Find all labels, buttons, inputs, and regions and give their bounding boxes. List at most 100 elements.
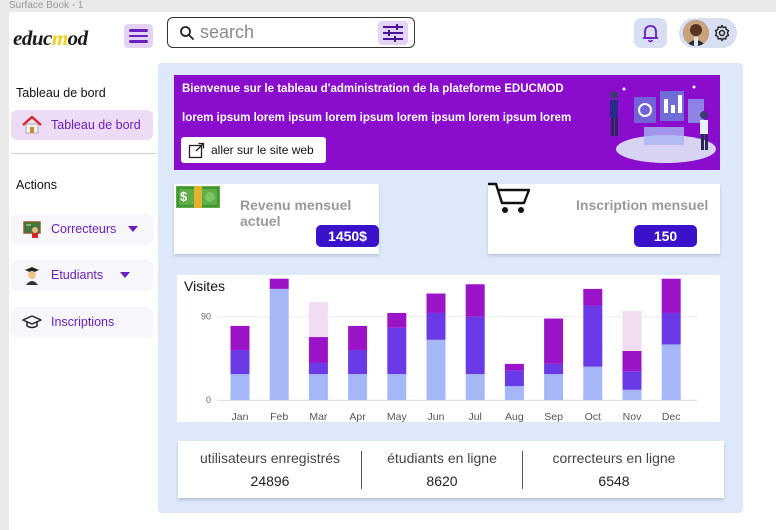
bar-segment: [661, 312, 681, 345]
stat-online-graders: correcteurs en ligne 6548: [522, 441, 706, 498]
chart-title: Visites: [184, 278, 225, 294]
dashboard-illustration: [610, 85, 716, 163]
bar-segment: [622, 371, 642, 390]
stat-registered-users: utilisateurs enregistrés 24896: [178, 441, 362, 498]
bar-segment: [465, 316, 485, 375]
x-tick-label: Jun: [428, 411, 445, 422]
bar-segment: [583, 366, 603, 400]
search-input[interactable]: [200, 21, 370, 44]
bar-segment: [308, 362, 328, 375]
bar-segment: [426, 293, 446, 313]
bar-segment: [308, 374, 328, 400]
x-tick-label: Dec: [662, 411, 681, 422]
hamburger-menu-button[interactable]: [124, 24, 153, 48]
stat-label: étudiants en ligne: [387, 450, 497, 466]
gear-icon[interactable]: [713, 24, 731, 42]
sidebar-item-label: Correcteurs: [51, 222, 117, 236]
menu-line: [129, 40, 148, 43]
x-tick-label: Oct: [585, 411, 601, 422]
bar-segment: [583, 288, 603, 306]
bar-segment: [544, 374, 564, 400]
chevron-down-icon[interactable]: [120, 272, 131, 278]
bar-segment: [622, 311, 642, 351]
welcome-banner: Bienvenue sur le tableau d'administratio…: [174, 75, 720, 170]
external-link-icon: [188, 142, 205, 158]
x-tick-label: Feb: [270, 411, 288, 422]
visit-website-label: aller sur le site web: [211, 143, 314, 157]
visit-website-button[interactable]: aller sur le site web: [181, 137, 326, 163]
bar-segment: [661, 278, 681, 313]
x-tick-label: Aug: [505, 411, 524, 422]
stat-value: 6548: [598, 473, 630, 489]
bar-segment: [387, 312, 407, 328]
notifications-button[interactable]: [634, 18, 667, 48]
search-bar: [167, 17, 415, 48]
revenue-card: $ Revenu mensuel actuel 1450$: [174, 184, 379, 254]
bar-segment: [583, 305, 603, 367]
artboard: educmod search Tableau de bord Tableau d…: [9, 12, 776, 530]
x-tick-label: Sep: [544, 411, 563, 422]
sidebar-item-etudiants[interactable]: Etudiants: [11, 260, 153, 290]
x-tick-label: Apr: [349, 411, 366, 422]
y-tick-label: 90: [201, 312, 211, 322]
stat-value: 24896: [250, 473, 290, 489]
logo[interactable]: educmod: [13, 26, 88, 51]
chevron-down-icon[interactable]: [128, 226, 139, 232]
bar-segment: [269, 278, 289, 289]
sidebar-item-label: Inscriptions: [51, 315, 115, 329]
logo-part-3: od: [67, 26, 89, 50]
signup-value: 150: [634, 225, 697, 247]
menu-line: [129, 29, 148, 32]
bar-segment: [544, 318, 564, 364]
bar-segment: [348, 350, 368, 375]
bar-segment: [348, 325, 368, 350]
bar-segment: [387, 374, 407, 400]
stat-online-students: étudiants en ligne 8620: [362, 441, 522, 498]
teacher-icon: [21, 218, 43, 240]
bar-segment: [387, 327, 407, 375]
banner-title: Bienvenue sur le tableau d'administratio…: [182, 83, 564, 95]
shopping-cart-icon: [488, 182, 531, 213]
profile-menu[interactable]: [679, 18, 737, 48]
x-tick-label: Jan: [232, 411, 249, 422]
signup-card: Inscription mensuel 150: [488, 182, 720, 254]
avatar[interactable]: [683, 20, 709, 46]
bar-segment: [544, 363, 564, 375]
search-icon: [180, 26, 194, 40]
main-panel: Bienvenue sur le tableau d'administratio…: [158, 63, 743, 513]
filter-button[interactable]: [378, 21, 408, 45]
stat-label: correcteurs en ligne: [552, 450, 676, 466]
avatar-image: [683, 20, 709, 46]
bar-segment: [504, 370, 524, 387]
home-icon: [21, 114, 43, 136]
stat-label: utilisateurs enregistrés: [199, 450, 341, 466]
stat-value: 8620: [426, 473, 458, 489]
bar-segment: [504, 363, 524, 371]
bar-segment: [465, 284, 485, 317]
frame-title: Surface Book - 1: [9, 0, 84, 11]
visits-chart-svg: 0 90 Jan Feb Mar Apr May Jun Jul Aug Sep Oct Nov Dec: [201, 278, 697, 422]
sidebar-divider: [11, 153, 157, 154]
bar-segment: [426, 339, 446, 400]
bar-segment: [230, 374, 250, 400]
bar-segment: [426, 312, 446, 340]
dashboard-heading: Tableau de bord: [16, 86, 106, 100]
sidebar-item-label: Etudiants: [51, 268, 104, 282]
revenue-value: 1450$: [316, 225, 379, 247]
visits-chart: 0 90 Jan Feb Mar Apr May Jun Jul Aug Sep Oct Nov Dec …: [177, 275, 720, 422]
bar-segment: [504, 386, 524, 400]
sidebar-item-correcteurs[interactable]: Correcteurs: [11, 214, 153, 244]
student-icon: [21, 264, 43, 286]
actions-heading: Actions: [16, 178, 57, 192]
stats-summary: utilisateurs enregistrés 24896 étudiants…: [178, 441, 724, 498]
bar-segment: [308, 337, 328, 363]
money-icon: $: [176, 186, 220, 208]
banner-subtitle: lorem ipsum lorem ipsum lorem ipsum lore…: [182, 112, 572, 124]
x-tick-label: May: [387, 411, 408, 422]
signup-title: Inscription mensuel: [576, 197, 709, 213]
logo-part-1: educ: [13, 26, 52, 50]
menu-line: [129, 34, 148, 38]
sidebar-item-inscriptions[interactable]: Inscriptions: [11, 307, 153, 337]
logo-part-2: m: [51, 26, 68, 50]
sidebar-item-dashboard[interactable]: Tableau de bord: [11, 110, 153, 140]
